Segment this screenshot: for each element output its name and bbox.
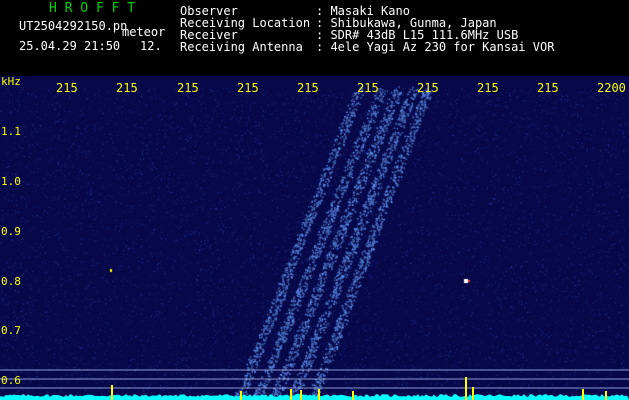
spectrum-spike-9 — [582, 389, 584, 400]
x-tick-2: 215 — [116, 81, 138, 95]
spectrum-spike-1 — [111, 385, 113, 400]
spectrum-spike-5 — [318, 389, 320, 400]
y-tick-0-7: 0.7 — [1, 324, 21, 337]
spectrum-spike-7 — [465, 377, 467, 400]
x-tick-8: 215 — [477, 81, 499, 95]
tag-meteor: meteor — [122, 25, 166, 39]
count: 12. — [140, 39, 162, 53]
spectrum-spike-3 — [290, 389, 292, 400]
overlay-svg — [0, 369, 629, 400]
spectrum-spike-4 — [300, 390, 302, 400]
y-tick-0-6: 0.6 — [1, 374, 21, 387]
filename: UT2504292150.pn — [19, 19, 128, 33]
y-tick-0-9: 0.9 — [1, 225, 21, 238]
antenna-value: : 4ele Yagi Az 230 for Kansai VOR — [316, 40, 555, 54]
spectrum-spike-10 — [605, 391, 607, 400]
x-tick-6: 215 — [357, 81, 379, 95]
spectrum-spike-8 — [472, 387, 474, 400]
spectrum-spike-2 — [240, 391, 242, 400]
y-tick-1-0: 1.0 — [1, 175, 21, 188]
x-tick-3: 215 — [177, 81, 199, 95]
x-tick-10: 2200 — [597, 81, 626, 95]
y-tick-0-8: 0.8 — [1, 275, 21, 288]
unit-label: kHz — [1, 75, 21, 88]
spectrogram-header: H R O F F T UT2504292150.pn meteor 25.04… — [0, 0, 629, 76]
x-tick-7: 215 — [417, 81, 439, 95]
app-title: H R O F F T — [49, 1, 136, 16]
datetime: 25.04.29 21:50 — [19, 39, 121, 53]
y-tick-1-1: 1.1 — [1, 125, 21, 138]
x-tick-9: 215 — [537, 81, 559, 95]
antenna-label: Receiving Antenna — [180, 40, 303, 54]
baseline-spectrum — [0, 394, 629, 400]
spectrogram-plot: kHz 215 215 215 215 215 215 215 215 215 … — [0, 76, 629, 400]
x-tick-4: 215 — [237, 81, 259, 95]
spectrum-spike-6 — [352, 391, 354, 400]
x-tick-5: 215 — [297, 81, 319, 95]
x-tick-1: 215 — [56, 81, 78, 95]
